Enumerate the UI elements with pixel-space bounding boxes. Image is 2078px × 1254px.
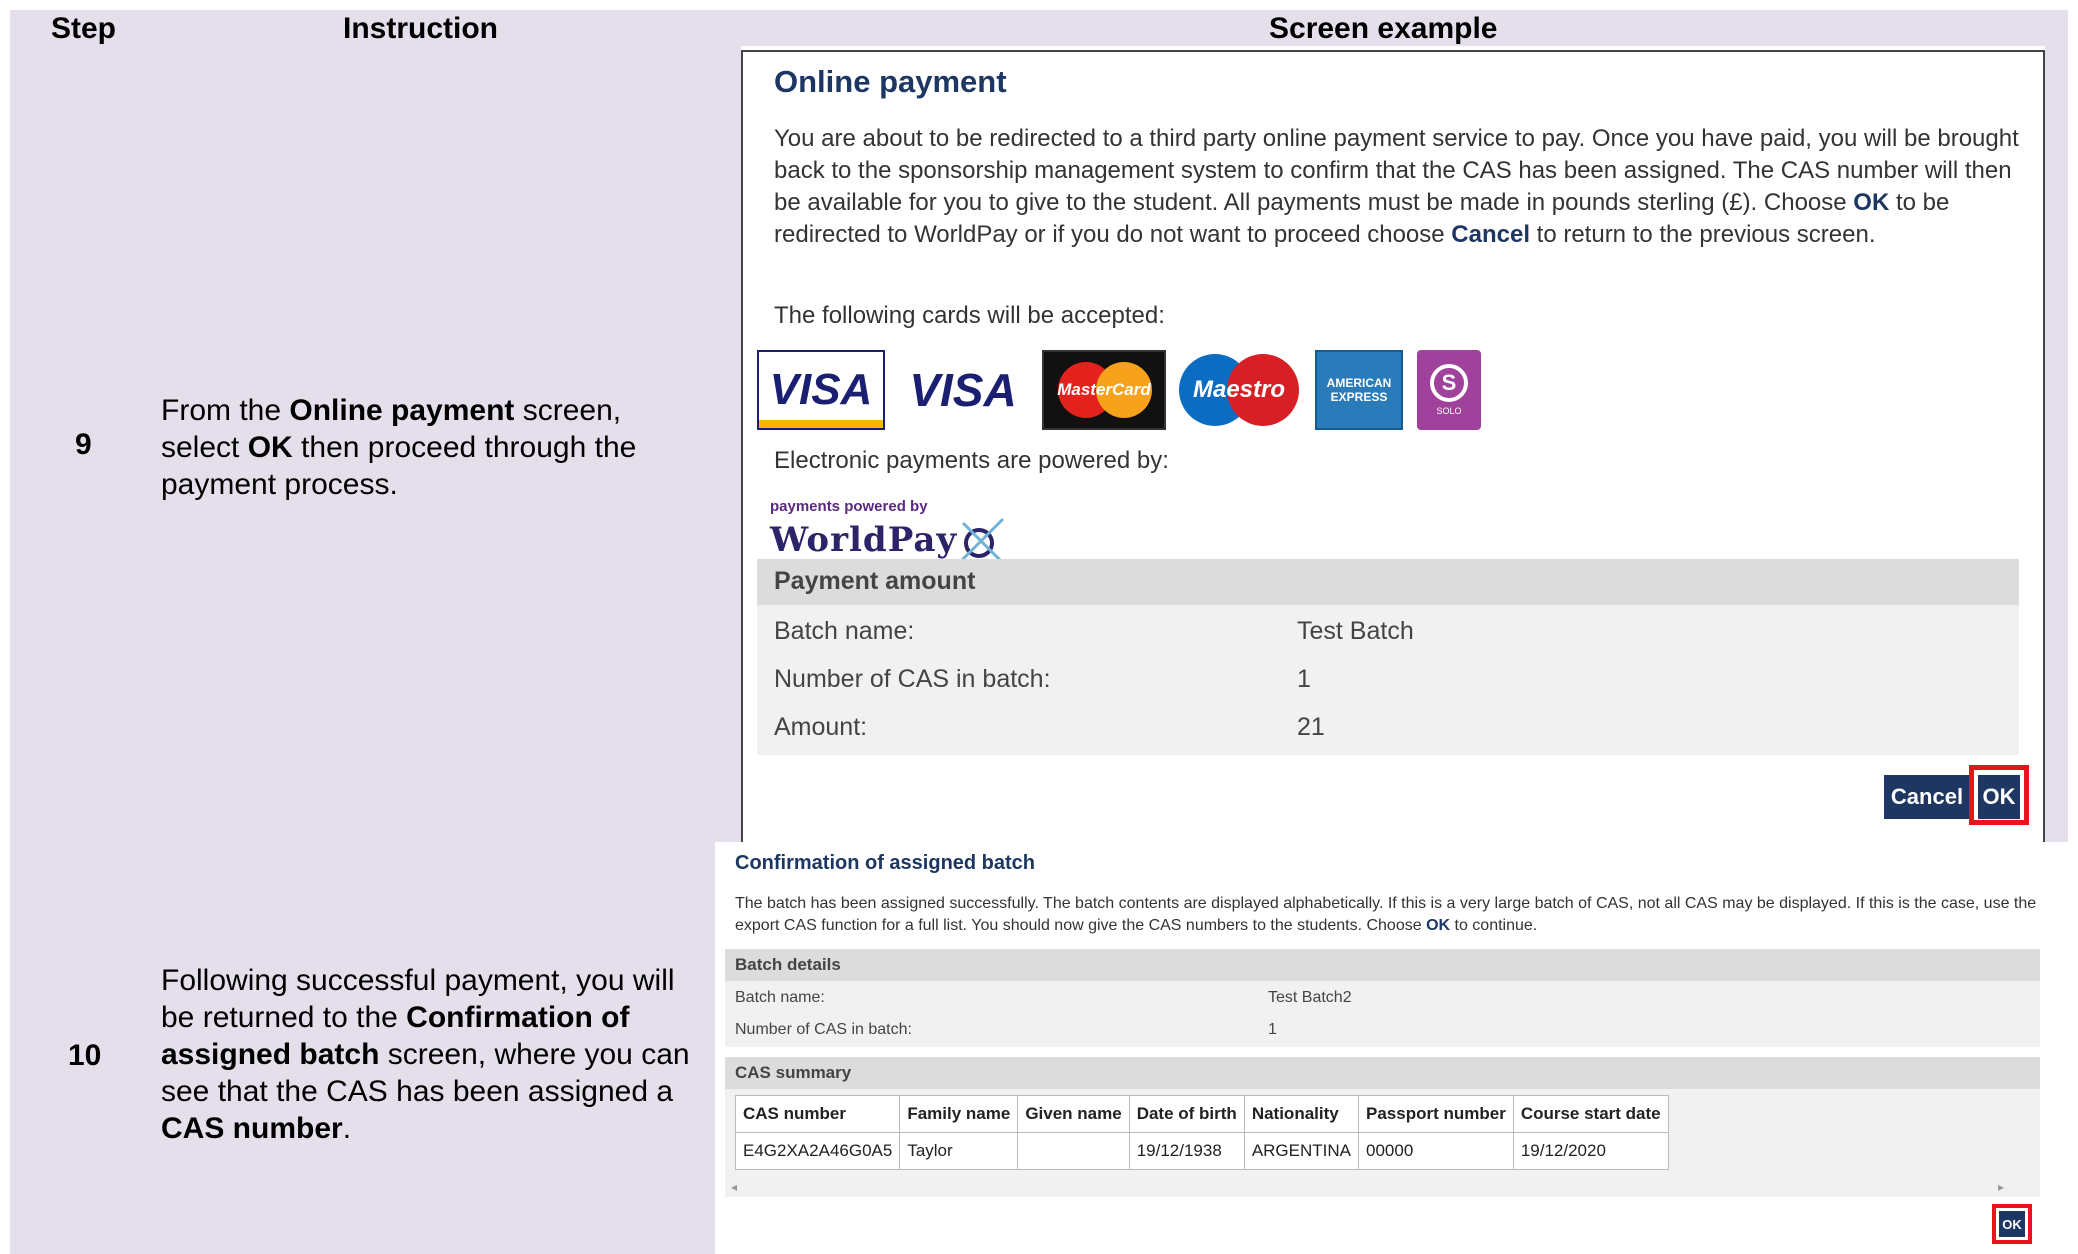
instruction-10: Following successful payment, you will b… (161, 964, 690, 1145)
batch-details-panel: Batch details Batch name: Test Batch2 Nu… (725, 949, 2040, 1047)
online-payment-screenshot: Online payment You are about to be redir… (741, 50, 2045, 842)
column-header: Passport number (1358, 1095, 1514, 1133)
powered-by-label: Electronic payments are powered by: (774, 447, 1169, 474)
visa-electron-card-icon: VISA (757, 350, 885, 430)
nationality-cell: ARGENTINA (1243, 1132, 1360, 1170)
header-screen-example: Screen example (1269, 12, 1498, 45)
batch-name-value: Test Batch (1297, 617, 1414, 645)
date-of-birth-cell: 19/12/1938 (1128, 1132, 1245, 1170)
course-start-date-cell: 19/12/2020 (1512, 1132, 1669, 1170)
table-header: Step Instruction Screen example (10, 10, 2068, 46)
cancel-button[interactable]: Cancel (1884, 775, 1970, 819)
redirect-notice: You are about to be redirected to a thir… (774, 125, 2019, 248)
batch-name-label: Batch name: (735, 989, 825, 1006)
batch-name-value: Test Batch2 (1268, 989, 1352, 1006)
row-9-right-gutter (2045, 46, 2068, 842)
column-header: Family name (899, 1095, 1019, 1133)
batch-name-label: Batch name: (774, 617, 915, 645)
column-header: Date of birth (1128, 1095, 1245, 1133)
given-name-cell (1017, 1132, 1130, 1170)
accepted-cards-label: The following cards will be accepted: (774, 302, 1165, 329)
scroll-left-icon[interactable]: ◂ (731, 1180, 737, 1194)
column-header: CAS number (734, 1095, 901, 1133)
ok-highlight: OK (1992, 1204, 2032, 1244)
ok-button[interactable]: OK (1978, 775, 2020, 819)
payment-amount-panel: Payment amount Batch name: Test Batch Nu… (757, 559, 2019, 755)
step-number-9: 9 (75, 428, 92, 461)
cas-count-label: Number of CAS in batch: (735, 1021, 912, 1038)
mastercard-icon: MasterCard (1042, 350, 1166, 430)
solo-icon: S SOLO (1417, 350, 1481, 430)
instruction-9: From the Online payment screen, select O… (161, 394, 637, 501)
scroll-right-icon[interactable]: ▸ (1998, 1180, 2004, 1194)
ok-highlight: OK (1969, 765, 2029, 825)
step-number-10: 10 (68, 1039, 102, 1072)
worldpay-globe-icon (960, 517, 1005, 563)
payment-amount-heading: Payment amount (774, 567, 976, 595)
confirmation-notice: The batch has been assigned successfully… (735, 895, 2037, 934)
passport-number-cell: 00000 (1358, 1132, 1514, 1170)
column-header: Nationality (1243, 1095, 1360, 1133)
american-express-icon: AMERICAN EXPRESS (1315, 350, 1403, 430)
ok-button[interactable]: OK (1999, 1211, 2025, 1237)
worldpay-logo: payments powered by WorldPay (770, 498, 1007, 565)
family-name-cell: Taylor (899, 1132, 1019, 1170)
confirmation-title: Confirmation of assigned batch (735, 852, 1036, 874)
cas-count-label: Number of CAS in batch: (774, 665, 1051, 693)
cas-summary-heading: CAS summary (735, 1063, 852, 1082)
batch-details-heading: Batch details (735, 955, 841, 974)
cas-number-cell: E4G2XA2A46G0A5 (734, 1132, 901, 1170)
maestro-icon: Maestro (1177, 350, 1301, 430)
table-header-row: CAS number Family name Given name Date o… (734, 1095, 1669, 1133)
cas-summary-table: CAS number Family name Given name Date o… (734, 1095, 1669, 1170)
page-title: Online payment (774, 64, 1007, 99)
column-header: Given name (1017, 1095, 1130, 1133)
visa-card-icon: VISA (899, 350, 1027, 430)
header-instruction: Instruction (343, 12, 498, 45)
cas-count-value: 1 (1268, 1021, 1277, 1038)
confirmation-screenshot: Confirmation of assigned batch The batch… (715, 842, 2068, 1254)
cas-count-value: 1 (1297, 665, 1311, 693)
table-row: E4G2XA2A46G0A5 Taylor 19/12/1938 ARGENTI… (734, 1132, 1669, 1170)
column-header: Course start date (1512, 1095, 1669, 1133)
amount-label: Amount: (774, 713, 868, 741)
amount-value: 21 (1297, 713, 1325, 741)
header-step: Step (51, 12, 117, 45)
